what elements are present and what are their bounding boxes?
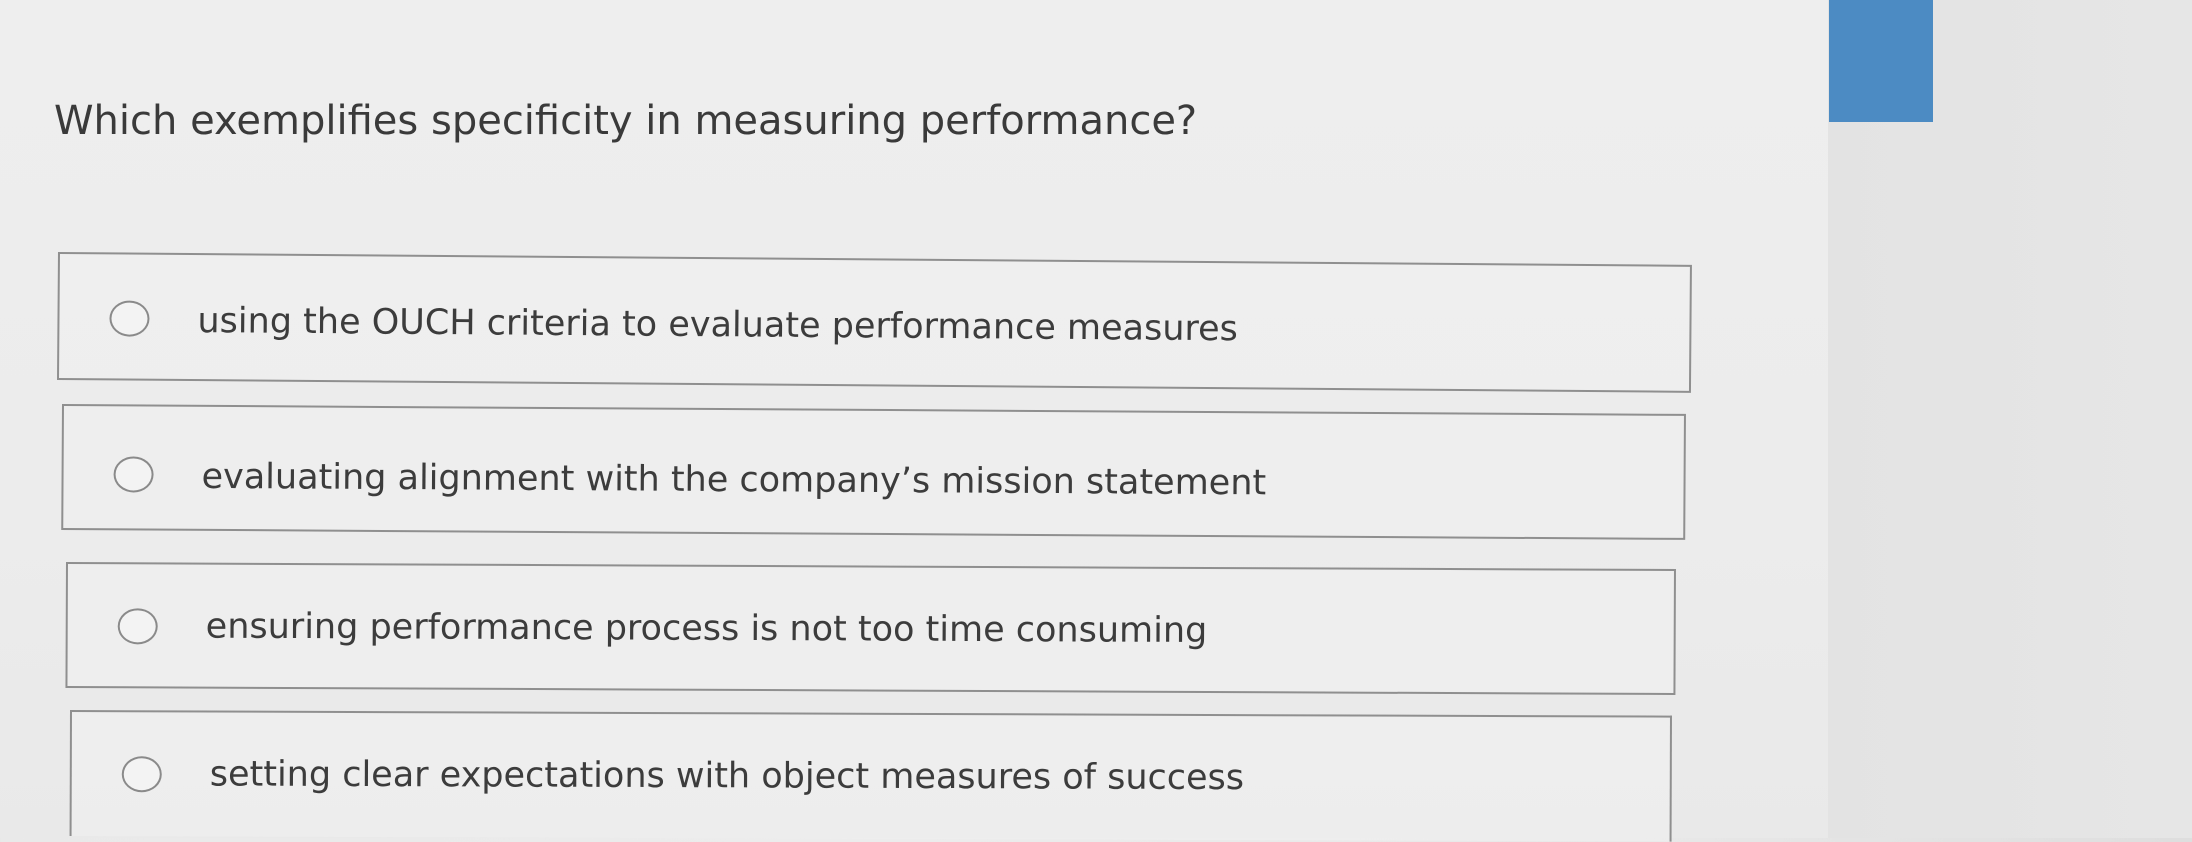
answer-option-4[interactable]: setting clear expectations with object m…	[69, 710, 1672, 842]
answer-option-1[interactable]: using the OUCH criteria to evaluate perf…	[56, 252, 1692, 393]
answer-option-label: evaluating alignment with the company’s …	[201, 456, 1267, 504]
side-panel	[1828, 0, 2192, 838]
answer-option-label: setting clear expectations with object m…	[209, 754, 1245, 799]
radio-button-icon[interactable]	[109, 300, 150, 337]
question-text: Which exemplifies specificity in measuri…	[54, 98, 1198, 144]
answer-option-label: ensuring performance process is not too …	[205, 606, 1208, 651]
radio-button-icon[interactable]	[117, 608, 158, 645]
quiz-panel: Which exemplifies specificity in measuri…	[0, 0, 1828, 842]
answer-option-2[interactable]: evaluating alignment with the company’s …	[61, 404, 1686, 540]
answer-option-label: using the OUCH criteria to evaluate perf…	[197, 301, 1239, 350]
radio-button-icon[interactable]	[113, 456, 154, 493]
answer-option-3[interactable]: ensuring performance process is not too …	[65, 562, 1676, 696]
radio-button-icon[interactable]	[121, 756, 162, 793]
side-accent-bar	[1829, 0, 1933, 122]
